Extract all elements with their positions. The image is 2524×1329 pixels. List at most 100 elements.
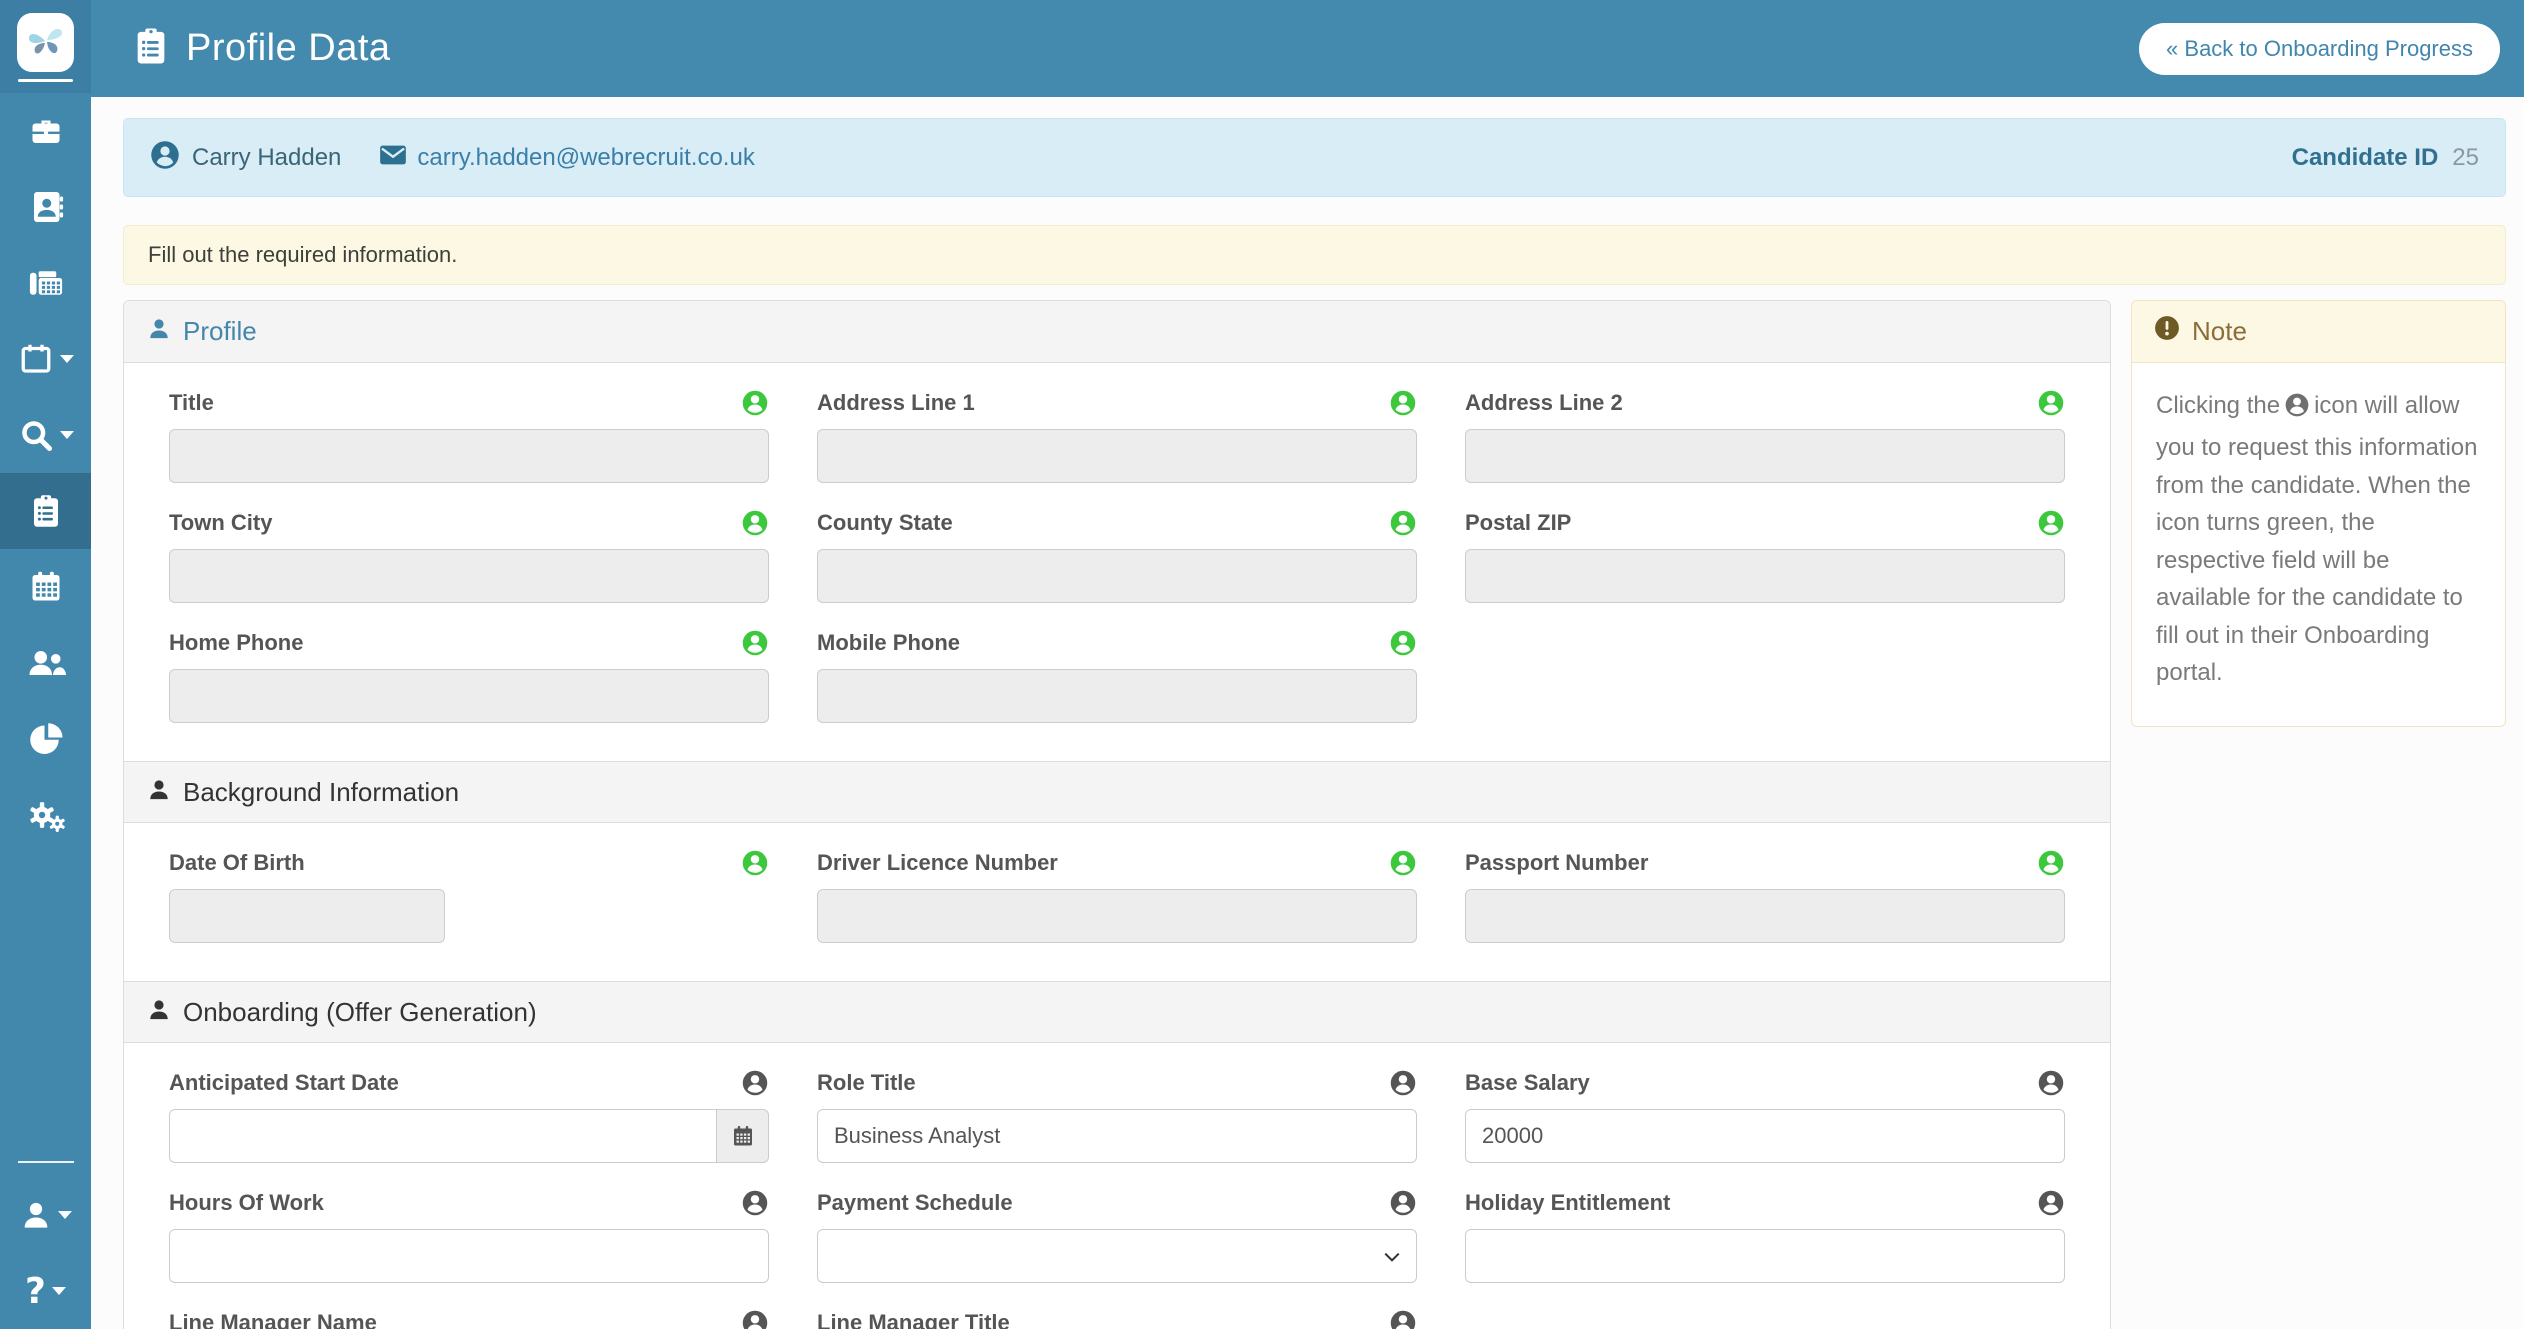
note-text-before: Clicking the — [2156, 392, 2280, 419]
field-label: Date Of Birth — [169, 850, 305, 876]
note-body: Clicking theicon will allow you to reque… — [2132, 363, 2505, 726]
sidebar-item-candidates[interactable] — [0, 169, 91, 245]
request-field-icon[interactable] — [741, 1189, 769, 1217]
field-line-manager-name: Line Manager Name — [169, 1309, 769, 1329]
section-title: Profile — [183, 316, 257, 347]
payment-schedule-select[interactable] — [817, 1229, 1417, 1283]
background-section-body: Date Of Birth Driver Licence Number — [124, 823, 2110, 981]
request-field-icon[interactable] — [1389, 1189, 1417, 1217]
request-field-icon[interactable] — [2037, 389, 2065, 417]
request-field-icon[interactable] — [2037, 509, 2065, 537]
cogs-icon — [27, 797, 65, 833]
field-label: Address Line 1 — [817, 390, 975, 416]
calendar-picker-button[interactable] — [716, 1109, 769, 1163]
request-field-icon[interactable] — [741, 849, 769, 877]
app-logo[interactable] — [0, 0, 91, 93]
holiday-entitlement-input[interactable] — [1465, 1229, 2065, 1283]
back-to-onboarding-button[interactable]: « Back to Onboarding Progress — [2139, 23, 2500, 75]
field-label: Driver Licence Number — [817, 850, 1058, 876]
field-hours-of-work: Hours Of Work — [169, 1189, 769, 1283]
sidebar-item-account[interactable] — [0, 1177, 91, 1253]
request-field-icon[interactable] — [741, 1309, 769, 1329]
users-icon — [26, 645, 66, 681]
briefcase-icon — [28, 113, 64, 149]
request-field-icon[interactable] — [741, 1069, 769, 1097]
candidate-email-group: carry.hadden@webrecruit.co.uk — [379, 143, 754, 173]
field-driver-licence-number: Driver Licence Number — [817, 849, 1417, 943]
sidebar-item-help[interactable]: ? — [0, 1253, 91, 1329]
request-field-icon[interactable] — [741, 509, 769, 537]
field-label: Home Phone — [169, 630, 303, 656]
field-label: Address Line 2 — [1465, 390, 1623, 416]
sidebar-item-settings[interactable] — [0, 777, 91, 853]
request-field-icon[interactable] — [741, 629, 769, 657]
candidate-email-link[interactable]: carry.hadden@webrecruit.co.uk — [417, 144, 754, 172]
role-title-input[interactable] — [817, 1109, 1417, 1163]
field-label: Postal ZIP — [1465, 510, 1571, 536]
request-field-icon[interactable] — [2037, 849, 2065, 877]
sidebar-item-schedule[interactable] — [0, 321, 91, 397]
field-holiday-entitlement: Holiday Entitlement — [1465, 1189, 2065, 1283]
field-label: Anticipated Start Date — [169, 1070, 399, 1096]
hours-of-work-input[interactable] — [169, 1229, 769, 1283]
help-icon: ? — [25, 1271, 46, 1312]
sidebar-item-reports[interactable] — [0, 701, 91, 777]
sidebar-item-users[interactable] — [0, 625, 91, 701]
person-icon — [148, 316, 170, 347]
town-city-input — [169, 549, 769, 603]
request-field-icon[interactable] — [1389, 1309, 1417, 1329]
exclamation-circle-icon — [2154, 315, 2180, 348]
note-text-after: icon will allow you to request this info… — [2156, 392, 2478, 686]
sidebar-item-fax[interactable] — [0, 245, 91, 321]
anticipated-start-date-input[interactable] — [169, 1109, 716, 1163]
request-field-icon[interactable] — [1389, 1069, 1417, 1097]
candidate-id-group: Candidate ID 25 — [2292, 144, 2479, 172]
request-field-icon[interactable] — [1389, 389, 1417, 417]
sidebar-item-calendar[interactable] — [0, 549, 91, 625]
chevron-down-icon — [58, 1211, 72, 1219]
request-field-icon[interactable] — [1389, 849, 1417, 877]
person-icon — [148, 997, 170, 1028]
page-header: Profile Data « Back to Onboarding Progre… — [91, 0, 2524, 97]
field-label: Title — [169, 390, 214, 416]
field-label: Town City — [169, 510, 272, 536]
main-content: Carry Hadden carry.hadden@webrecruit.co.… — [123, 97, 2506, 1329]
postal-zip-input — [1465, 549, 2065, 603]
request-field-icon[interactable] — [2037, 1069, 2065, 1097]
address-book-icon — [28, 189, 64, 225]
candidate-info-bar: Carry Hadden carry.hadden@webrecruit.co.… — [123, 118, 2506, 197]
base-salary-input[interactable] — [1465, 1109, 2065, 1163]
field-label: Line Manager Title — [817, 1310, 1010, 1329]
sidebar-divider — [18, 1161, 74, 1163]
request-field-icon[interactable] — [2037, 1189, 2065, 1217]
title-input — [169, 429, 769, 483]
note-panel: Note Clicking theicon will allow you to … — [2131, 300, 2506, 727]
address-line-1-input — [817, 429, 1417, 483]
field-label: Payment Schedule — [817, 1190, 1013, 1216]
request-field-icon[interactable] — [741, 389, 769, 417]
field-town-city: Town City — [169, 509, 769, 603]
sidebar-item-jobs[interactable] — [0, 93, 91, 169]
field-label: Hours Of Work — [169, 1190, 324, 1216]
request-field-icon[interactable] — [1389, 509, 1417, 537]
logo-underline — [18, 79, 73, 82]
county-state-input — [817, 549, 1417, 603]
field-label: Mobile Phone — [817, 630, 960, 656]
butterfly-logo-icon — [17, 13, 74, 72]
page-title: Profile Data — [186, 27, 391, 70]
sidebar: ? — [0, 0, 91, 1329]
driver-licence-number-input — [817, 889, 1417, 943]
sidebar-item-search[interactable] — [0, 397, 91, 473]
request-field-icon[interactable] — [1389, 629, 1417, 657]
profile-data-panel: Profile Title Ad — [123, 300, 2111, 1329]
pie-chart-icon — [28, 721, 64, 757]
sidebar-item-profile-data[interactable] — [0, 473, 91, 549]
address-line-2-input — [1465, 429, 2065, 483]
field-label: Base Salary — [1465, 1070, 1590, 1096]
field-date-of-birth: Date Of Birth — [169, 849, 769, 943]
fax-icon — [27, 265, 65, 301]
info-alert: Fill out the required information. — [123, 225, 2506, 285]
field-label: Passport Number — [1465, 850, 1648, 876]
field-title: Title — [169, 389, 769, 483]
clipboard-icon — [131, 26, 171, 72]
